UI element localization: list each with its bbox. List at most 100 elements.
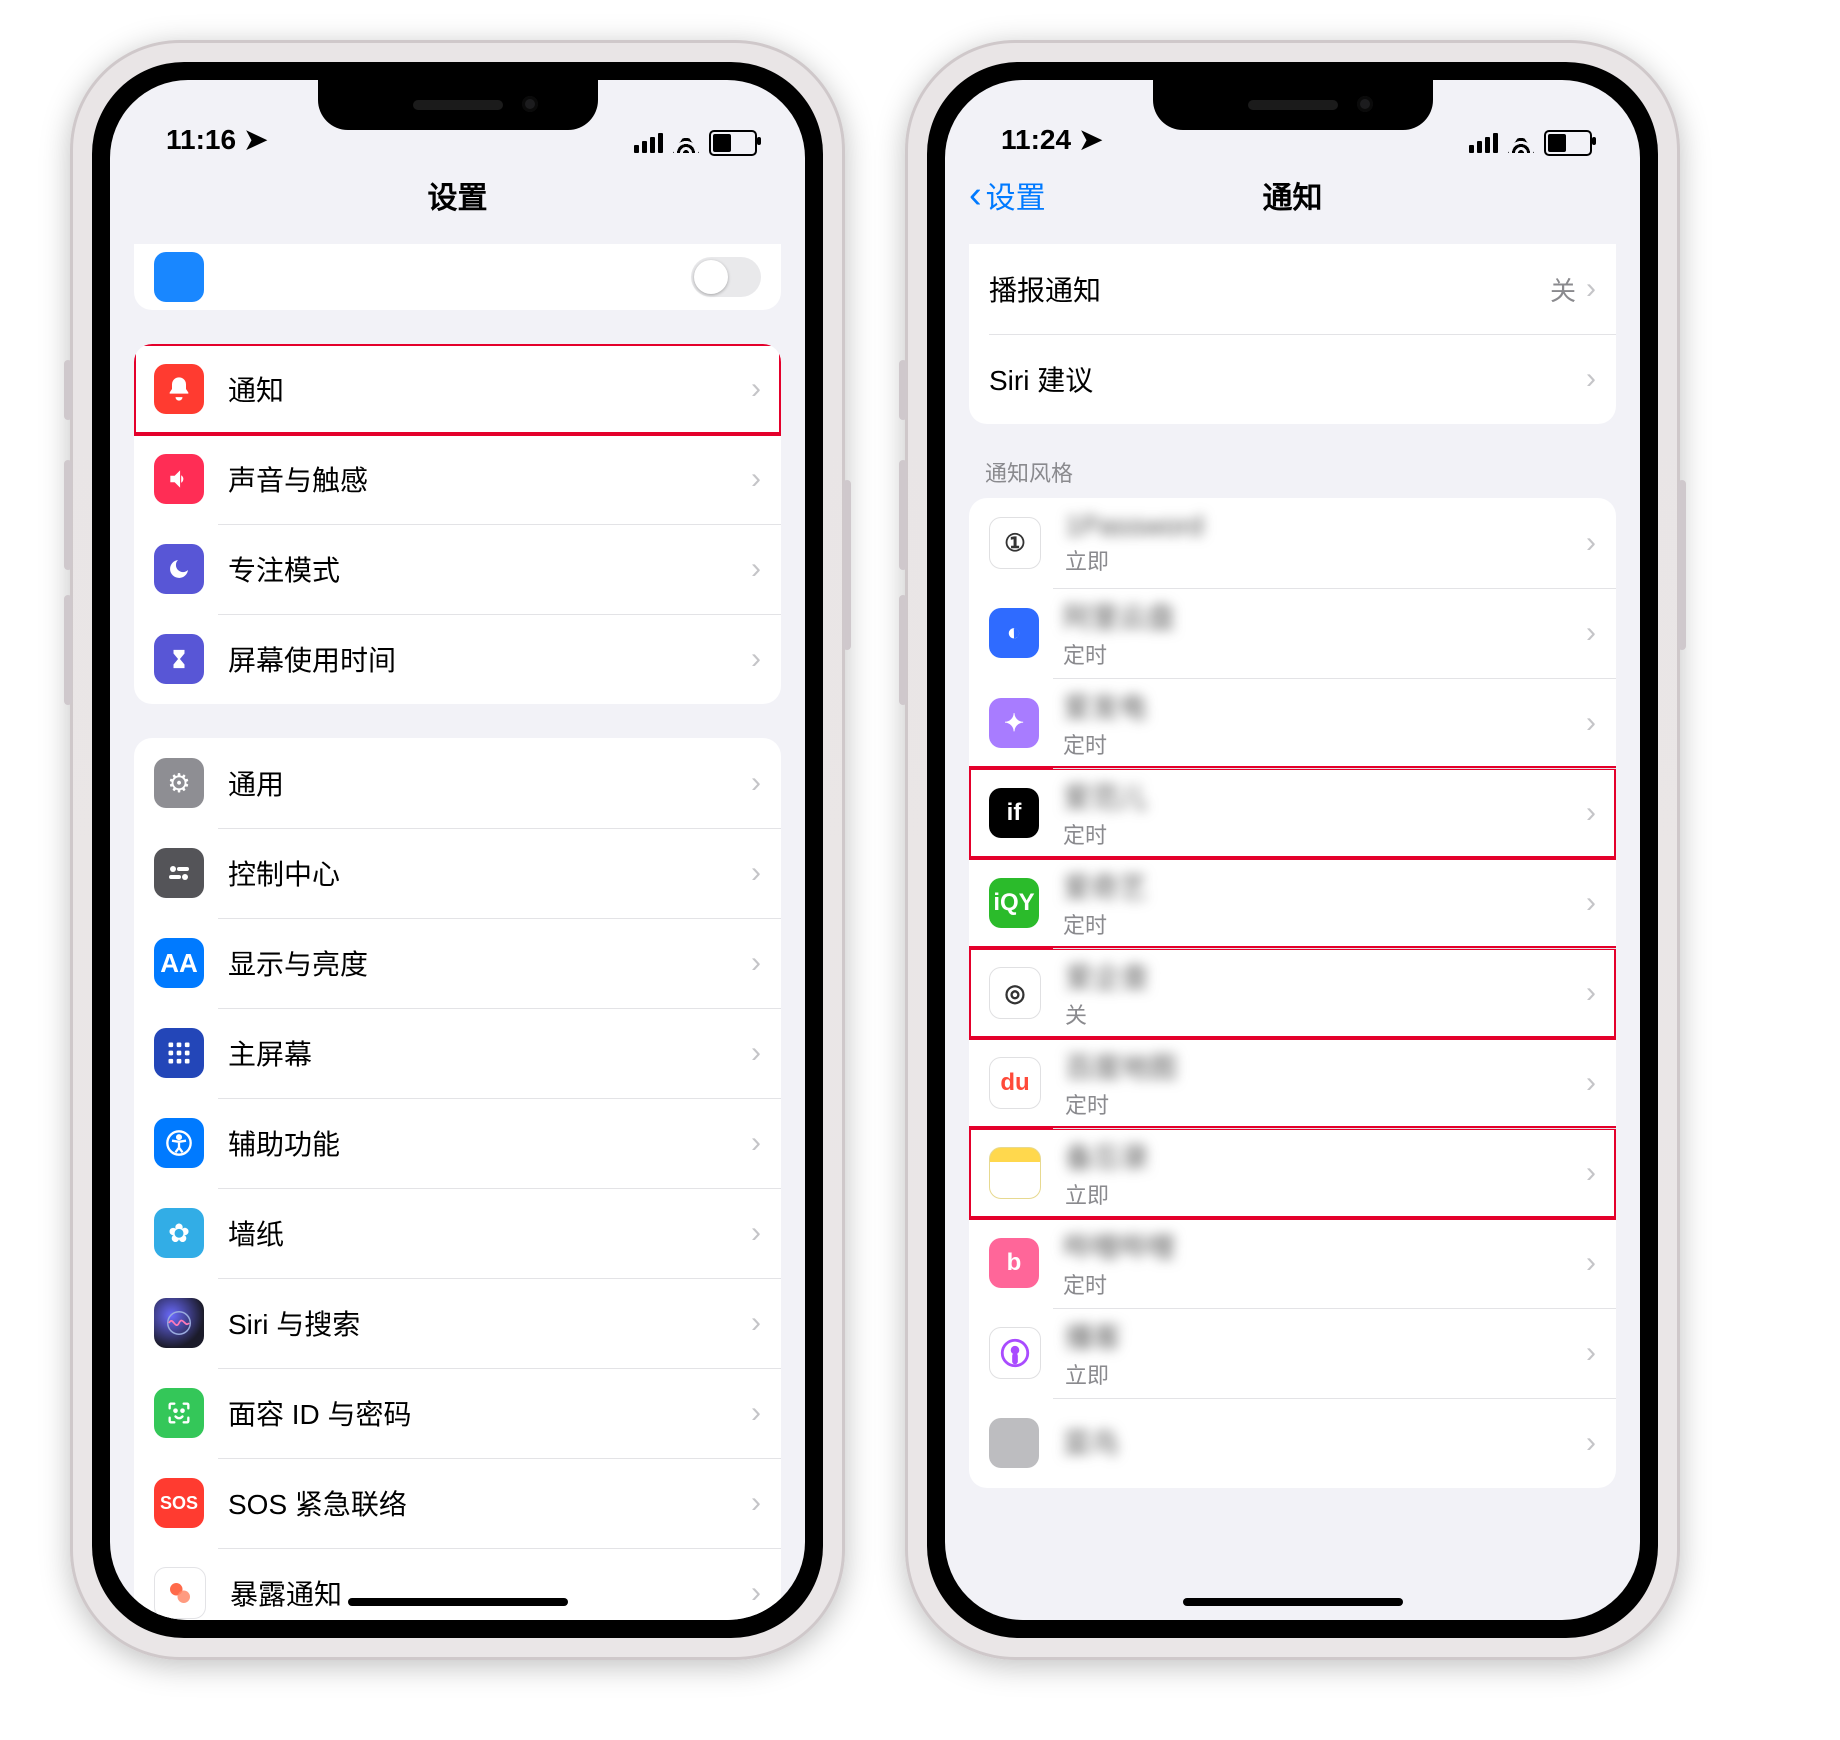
row-siri[interactable]: Siri 与搜索 ›	[134, 1278, 781, 1368]
notch	[1153, 80, 1433, 130]
app-icon: ①	[989, 517, 1041, 569]
toggle-off[interactable]	[691, 257, 761, 297]
app-sublabel: 定时	[1063, 638, 1586, 670]
chevron-right-icon: ›	[751, 462, 761, 496]
app-icon: b	[989, 1238, 1039, 1288]
nav-back-label: 设置	[986, 173, 1046, 217]
location-icon: ➤	[1079, 123, 1102, 156]
row-label: Siri 与搜索	[228, 1303, 751, 1343]
app-icon	[989, 1327, 1041, 1379]
chevron-right-icon: ›	[1586, 526, 1596, 560]
siri-icon	[154, 1298, 204, 1348]
partial-row[interactable]	[134, 244, 781, 310]
app-name: 爱奇艺	[1063, 866, 1586, 906]
app-row[interactable]: 备忘录立即›	[969, 1128, 1616, 1218]
chevron-right-icon: ›	[1586, 976, 1596, 1010]
app-name: 播客	[1065, 1316, 1586, 1356]
row-label: 辅助功能	[228, 1123, 751, 1163]
app-row[interactable]: ◐阿里云盘定时›	[969, 588, 1616, 678]
row-label: Siri 建议	[989, 359, 1586, 399]
row-wallpaper[interactable]: ✿ 墙纸 ›	[134, 1188, 781, 1278]
app-icon	[989, 1418, 1039, 1468]
home-indicator[interactable]	[1183, 1598, 1403, 1606]
app-sublabel: 定时	[1063, 908, 1586, 940]
row-control-center[interactable]: 控制中心 ›	[134, 828, 781, 918]
app-row[interactable]: du百度地图定时›	[969, 1038, 1616, 1128]
app-name: 阿里云盘	[1063, 596, 1586, 636]
row-label: 通用	[228, 763, 751, 803]
nav-header: ‹ 设置 通知	[945, 160, 1640, 230]
chevron-right-icon: ›	[1586, 272, 1596, 306]
row-announce[interactable]: 播报通知 关 ›	[969, 244, 1616, 334]
notif-app-group: ①1Password立即›◐阿里云盘定时›✦爱发电定时›if爱范儿定时›iQY爱…	[969, 498, 1616, 1488]
row-siri-suggestions[interactable]: Siri 建议 ›	[969, 334, 1616, 424]
chevron-right-icon: ›	[1586, 616, 1596, 650]
phone-frame-right: 11:24 ➤ ‹ 设置 通知	[905, 40, 1680, 1660]
chevron-right-icon: ›	[751, 1216, 761, 1250]
settings-group-partial	[134, 244, 781, 310]
row-homescreen[interactable]: 主屏幕 ›	[134, 1008, 781, 1098]
app-sublabel: 立即	[1065, 1178, 1586, 1210]
speaker-icon	[154, 454, 204, 504]
app-sublabel: 定时	[1063, 818, 1586, 850]
app-sublabel: 定时	[1065, 1088, 1586, 1120]
settings-group-1: 通知 › 声音与触感 ›	[134, 344, 781, 704]
row-focus[interactable]: 专注模式 ›	[134, 524, 781, 614]
row-label: 控制中心	[228, 853, 751, 893]
chevron-right-icon: ›	[751, 1306, 761, 1340]
chevron-right-icon: ›	[751, 642, 761, 676]
row-label: 暴露通知	[230, 1573, 751, 1613]
chevron-right-icon: ›	[751, 946, 761, 980]
row-label: 屏幕使用时间	[228, 639, 751, 679]
app-row[interactable]: ① 1Password立即›	[969, 498, 1616, 588]
app-row[interactable]: ◎爱企查关›	[969, 948, 1616, 1038]
app-sublabel: 立即	[1065, 544, 1586, 576]
row-screentime[interactable]: 屏幕使用时间 ›	[134, 614, 781, 704]
chevron-right-icon: ›	[1586, 1426, 1596, 1460]
row-general[interactable]: ⚙ 通用 ›	[134, 738, 781, 828]
location-icon: ➤	[244, 123, 267, 156]
chevron-right-icon: ›	[1586, 796, 1596, 830]
bell-icon	[154, 364, 204, 414]
app-row[interactable]: ✦爱发电定时›	[969, 678, 1616, 768]
row-display[interactable]: AA 显示与亮度 ›	[134, 918, 781, 1008]
row-label: 主屏幕	[228, 1033, 751, 1073]
row-accessibility[interactable]: 辅助功能 ›	[134, 1098, 781, 1188]
phone-frame-left: 11:16 ➤ 设置	[70, 40, 845, 1660]
app-icon: iQY	[989, 878, 1039, 928]
chevron-right-icon: ›	[751, 1036, 761, 1070]
app-row[interactable]: b哔哩哔哩定时›	[969, 1218, 1616, 1308]
app-row[interactable]: if爱范儿定时›	[969, 768, 1616, 858]
chevron-right-icon: ›	[1586, 1246, 1596, 1280]
row-exposure[interactable]: 暴露通知 ›	[134, 1548, 781, 1620]
wifi-icon	[1508, 133, 1534, 153]
app-name: 1Password	[1065, 510, 1586, 542]
row-faceid[interactable]: 面容 ID 与密码 ›	[134, 1368, 781, 1458]
home-indicator[interactable]	[348, 1598, 568, 1606]
chevron-right-icon: ›	[751, 552, 761, 586]
app-row[interactable]: iQY 爱奇艺定时›	[969, 858, 1616, 948]
aa-icon: AA	[154, 938, 204, 988]
app-row[interactable]: 菜鸟›	[969, 1398, 1616, 1488]
row-label: 播报通知	[989, 269, 1550, 309]
row-label: 通知	[228, 369, 751, 409]
cellular-icon	[634, 133, 663, 153]
row-label: 声音与触感	[228, 459, 751, 499]
nav-back-button[interactable]: ‹ 设置	[969, 160, 1046, 230]
app-row[interactable]: 播客立即›	[969, 1308, 1616, 1398]
row-value: 关	[1550, 271, 1576, 308]
row-sounds[interactable]: 声音与触感 ›	[134, 434, 781, 524]
chevron-right-icon: ›	[751, 1396, 761, 1430]
row-sos[interactable]: SOS SOS 紧急联络 ›	[134, 1458, 781, 1548]
app-icon: if	[989, 788, 1039, 838]
switches-icon	[154, 848, 204, 898]
settings-group-2: ⚙ 通用 › 控制中心 › AA	[134, 738, 781, 1620]
app-name: 爱发电	[1063, 686, 1586, 726]
row-notifications[interactable]: 通知 ›	[134, 344, 781, 434]
status-time: 11:16	[166, 124, 236, 156]
notif-group-top: 播报通知 关 › Siri 建议 ›	[969, 244, 1616, 424]
notch	[318, 80, 598, 130]
chevron-right-icon: ›	[1586, 886, 1596, 920]
chevron-right-icon: ›	[751, 1486, 761, 1520]
status-time: 11:24	[1001, 124, 1071, 156]
